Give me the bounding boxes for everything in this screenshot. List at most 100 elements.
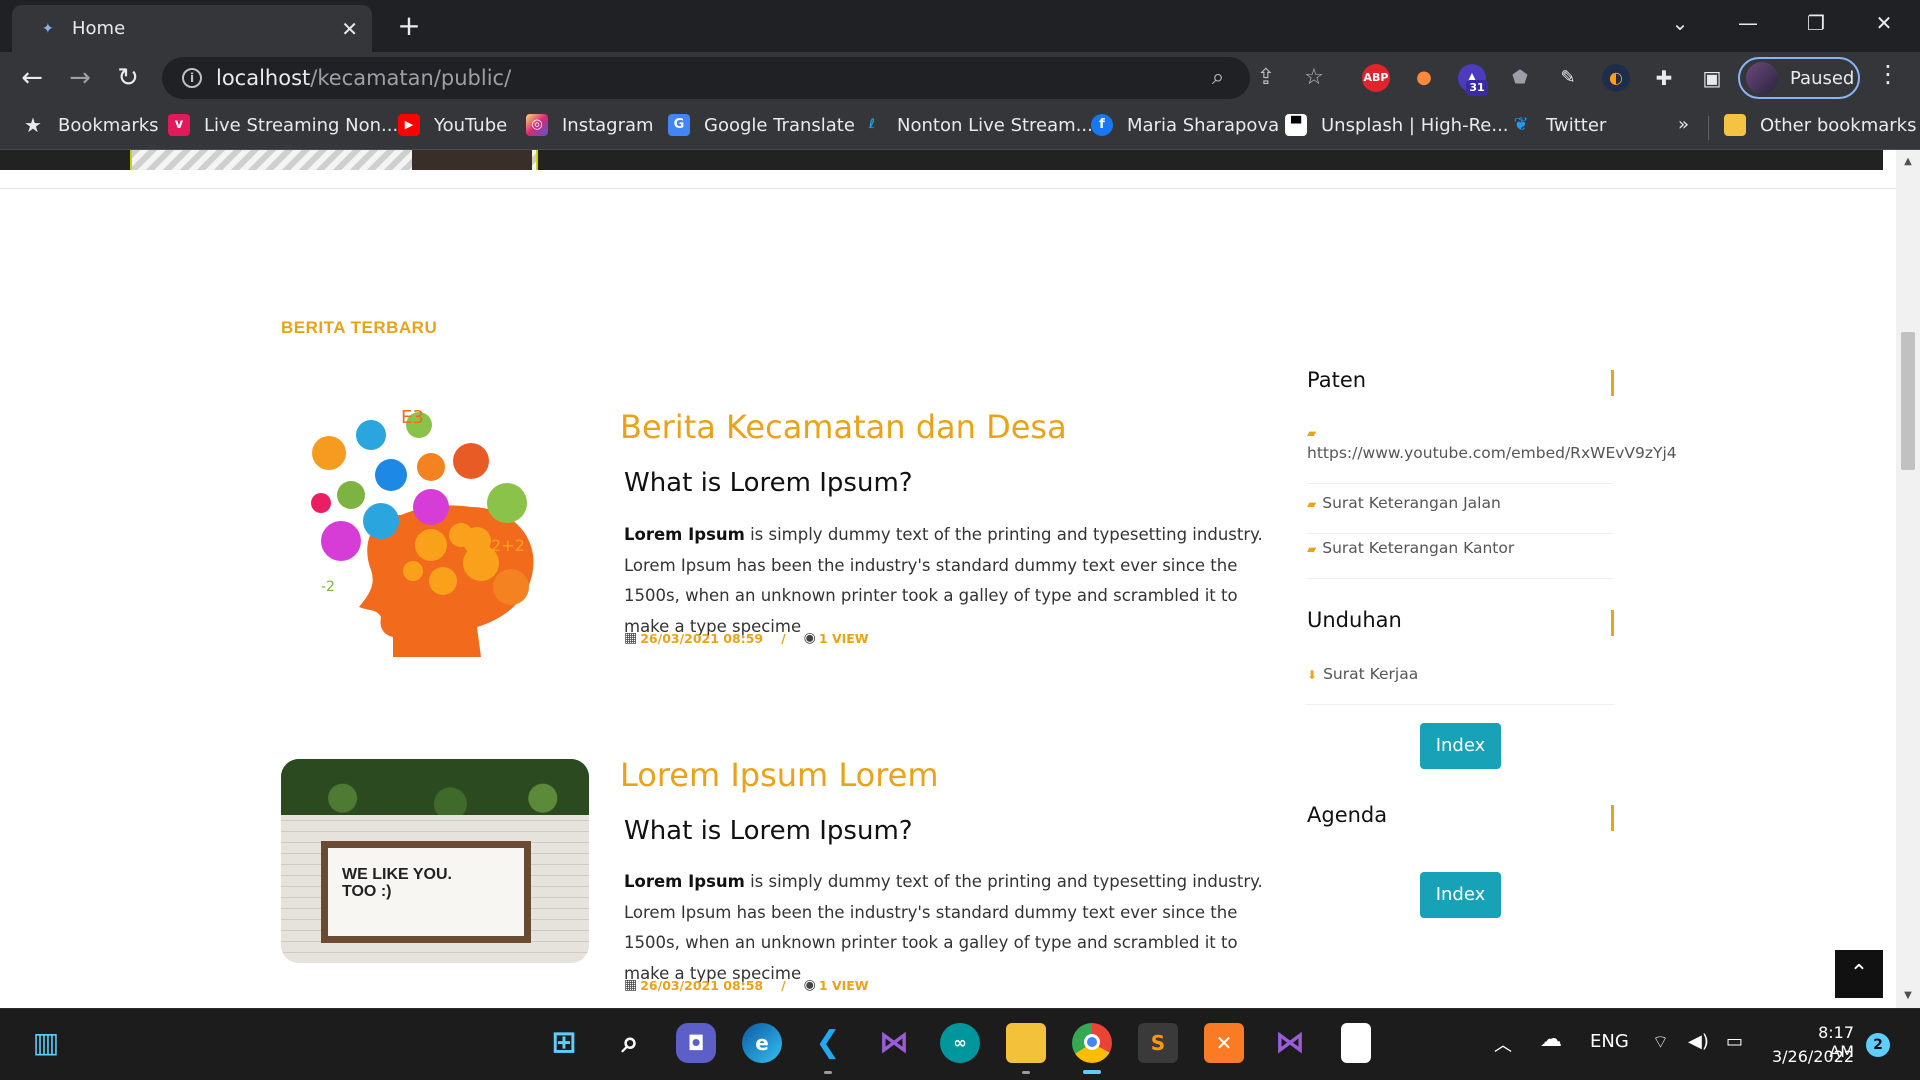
extensions-puzzle-icon[interactable]: ✚ bbox=[1650, 64, 1678, 92]
file-explorer-icon[interactable]: ■ bbox=[1006, 1023, 1046, 1063]
bookmark-label: Live Streaming Non... bbox=[204, 114, 399, 136]
adblock-plus-icon[interactable]: ABP bbox=[1362, 64, 1390, 92]
reload-button[interactable]: ↻ bbox=[110, 60, 146, 96]
onedrive-icon[interactable]: ☁ bbox=[1540, 1027, 1562, 1052]
profile-button[interactable]: Paused bbox=[1738, 57, 1860, 99]
heading-accent-bar bbox=[1611, 805, 1614, 831]
bookmark-label: Google Translate bbox=[704, 114, 855, 136]
battery-icon[interactable]: ▭ bbox=[1726, 1031, 1743, 1052]
post-subtitle: What is Lorem Ipsum? bbox=[624, 468, 913, 498]
meta-separator: / bbox=[781, 977, 786, 993]
post-thumbnail[interactable]: E3 2+2 -2 bbox=[281, 395, 589, 660]
svg-text:2+2: 2+2 bbox=[491, 536, 525, 555]
download-icon: ⬇ bbox=[1307, 668, 1318, 682]
shield-icon[interactable]: ⬟ bbox=[1506, 64, 1534, 92]
tab-title: Home bbox=[72, 18, 126, 39]
wifi-icon[interactable]: ⌔ bbox=[1652, 1031, 1669, 1054]
bookmark-twitter[interactable]: ❦ Twitter bbox=[1510, 114, 1606, 136]
visual-studio-icon[interactable]: ⋈ bbox=[874, 1023, 914, 1063]
bookmarks-button[interactable]: ★ Bookmarks bbox=[22, 114, 159, 136]
notepad-icon[interactable]: ▯ bbox=[1341, 1023, 1371, 1063]
bookmark-google-translate[interactable]: G Google Translate bbox=[668, 114, 855, 136]
widgets-icon[interactable]: ▥ bbox=[26, 1023, 66, 1063]
extension-dark-icon[interactable]: ◐ bbox=[1602, 64, 1630, 92]
new-tab-button[interactable]: + bbox=[392, 10, 426, 44]
edge-icon[interactable]: e bbox=[742, 1023, 782, 1063]
url-path: /kecamatan/public/ bbox=[310, 66, 512, 90]
notification-badge[interactable]: 2 bbox=[1866, 1033, 1890, 1057]
bookmark-youtube[interactable]: ▶ YouTube bbox=[398, 114, 507, 136]
browser-menu-icon[interactable]: ⋮ bbox=[1874, 60, 1902, 88]
image-vines bbox=[281, 759, 589, 815]
bookmarks-bar: ★ Bookmarks v Live Streaming Non... ▶ Yo… bbox=[0, 104, 1920, 150]
bookmark-facebook[interactable]: f Maria Sharapova bbox=[1091, 114, 1279, 136]
site-info-icon[interactable]: i bbox=[182, 68, 202, 88]
browser-tab[interactable]: ✦ Home ✕ bbox=[12, 5, 372, 52]
paten-item[interactable]: ▰ Surat Keterangan Kantor bbox=[1307, 539, 1613, 579]
vscode-icon[interactable]: ❮ bbox=[808, 1023, 848, 1063]
extension-pen-icon[interactable]: ✎ bbox=[1554, 64, 1582, 92]
arduino-icon[interactable]: ∞ bbox=[940, 1023, 980, 1063]
image-billboard: WE LIKE YOU. TOO :) bbox=[321, 841, 531, 943]
start-icon[interactable]: ⊞ bbox=[544, 1023, 584, 1063]
scroll-up-icon[interactable]: ▲ bbox=[1900, 156, 1916, 167]
minimize-button[interactable]: — bbox=[1728, 6, 1768, 40]
post-views: 1 VIEW bbox=[818, 977, 869, 993]
paten-item[interactable]: ▰ https://www.youtube.com/embed/RxWEvV9z… bbox=[1307, 426, 1677, 484]
back-to-top-button[interactable]: ⌃ bbox=[1835, 950, 1883, 998]
clock-date[interactable]: 3/26/2022 bbox=[1770, 1047, 1854, 1066]
bookmark-vidio[interactable]: v Live Streaming Non... bbox=[168, 114, 398, 136]
active-indicator bbox=[1083, 1070, 1101, 1074]
post-thumbnail[interactable]: WE LIKE YOU. TOO :) bbox=[281, 759, 589, 963]
extension-orange-icon[interactable]: ● bbox=[1410, 64, 1438, 92]
bookmarks-overflow-button[interactable]: » bbox=[1678, 114, 1689, 135]
browser-toolbar: ← → ↻ i localhost/kecamatan/public/ ⌕ ⇪ … bbox=[0, 52, 1920, 104]
bookmark-instagram[interactable]: ◎ Instagram bbox=[526, 114, 654, 136]
bookmarks-divider bbox=[1708, 116, 1709, 140]
side-panel-icon[interactable]: ▣ bbox=[1698, 64, 1726, 92]
chrome-icon[interactable] bbox=[1072, 1023, 1112, 1063]
show-hidden-icons[interactable]: ︿ bbox=[1494, 1031, 1512, 1057]
close-window-button[interactable]: ✕ bbox=[1864, 6, 1904, 40]
bookmark-star-icon[interactable]: ☆ bbox=[1300, 65, 1328, 90]
zoom-icon[interactable]: ⌕ bbox=[1204, 65, 1232, 90]
agenda-index-button[interactable]: Index bbox=[1420, 872, 1501, 918]
restore-button[interactable]: ❐ bbox=[1796, 6, 1836, 40]
avatar bbox=[1746, 62, 1778, 94]
search-icon[interactable]: ⌕ bbox=[610, 1023, 650, 1063]
book-icon: ▰ bbox=[1307, 497, 1317, 511]
billboard-text: WE LIKE YOU. TOO :) bbox=[342, 866, 452, 900]
back-button[interactable]: ← bbox=[14, 60, 50, 96]
sublime-text-icon[interactable]: S bbox=[1138, 1023, 1178, 1063]
bookmark-nonton-live[interactable]: ℓ Nonton Live Stream... bbox=[861, 114, 1093, 136]
share-icon[interactable]: ⇪ bbox=[1252, 65, 1280, 90]
post-title[interactable]: Lorem Ipsum Lorem bbox=[620, 756, 939, 794]
meta-separator: / bbox=[781, 630, 786, 646]
paten-item-label: Surat Keterangan Kantor bbox=[1322, 539, 1515, 557]
page-favicon-icon: ✦ bbox=[42, 20, 54, 37]
bookmark-unsplash[interactable]: ▀ Unsplash | High-Re... bbox=[1285, 114, 1509, 136]
post-title[interactable]: Berita Kecamatan dan Desa bbox=[620, 408, 1067, 446]
unduhan-item[interactable]: ⬇ Surat Kerjaa bbox=[1307, 665, 1613, 705]
tab-search-icon[interactable]: ⌄ bbox=[1660, 6, 1700, 40]
scrollbar-thumb[interactable] bbox=[1901, 332, 1915, 470]
unduhan-index-button[interactable]: Index bbox=[1420, 723, 1501, 769]
running-indicator bbox=[824, 1071, 832, 1074]
unduhan-heading: Unduhan bbox=[1307, 608, 1402, 632]
other-bookmarks[interactable]: ■ Other bookmarks bbox=[1724, 114, 1916, 136]
eye-icon: ◉ bbox=[803, 977, 816, 993]
scroll-down-icon[interactable]: ▼ bbox=[1900, 990, 1916, 1001]
xampp-icon[interactable]: ✕ bbox=[1204, 1023, 1244, 1063]
volume-icon[interactable]: ◀) bbox=[1688, 1031, 1709, 1052]
address-bar[interactable]: i localhost/kecamatan/public/ ⌕ ⇪ ☆ bbox=[162, 57, 1324, 99]
forward-button[interactable]: → bbox=[62, 60, 98, 96]
visual-studio-2-icon[interactable]: ⋈ bbox=[1270, 1023, 1310, 1063]
post-excerpt-bold: Lorem Ipsum bbox=[624, 525, 745, 544]
bookmarks-label: Bookmarks bbox=[58, 114, 159, 136]
page-scrollbar[interactable]: ▲ ▼ bbox=[1896, 150, 1920, 1008]
language-indicator[interactable]: ENG bbox=[1590, 1031, 1629, 1052]
teams-chat-icon[interactable]: ◘ bbox=[676, 1023, 716, 1063]
page-viewport: BERITA TERBARU E3 2+2 -2 Berita Kecamata… bbox=[0, 150, 1896, 1008]
paten-item[interactable]: ▰ Surat Keterangan Jalan bbox=[1307, 494, 1613, 534]
close-tab-icon[interactable]: ✕ bbox=[341, 17, 358, 41]
